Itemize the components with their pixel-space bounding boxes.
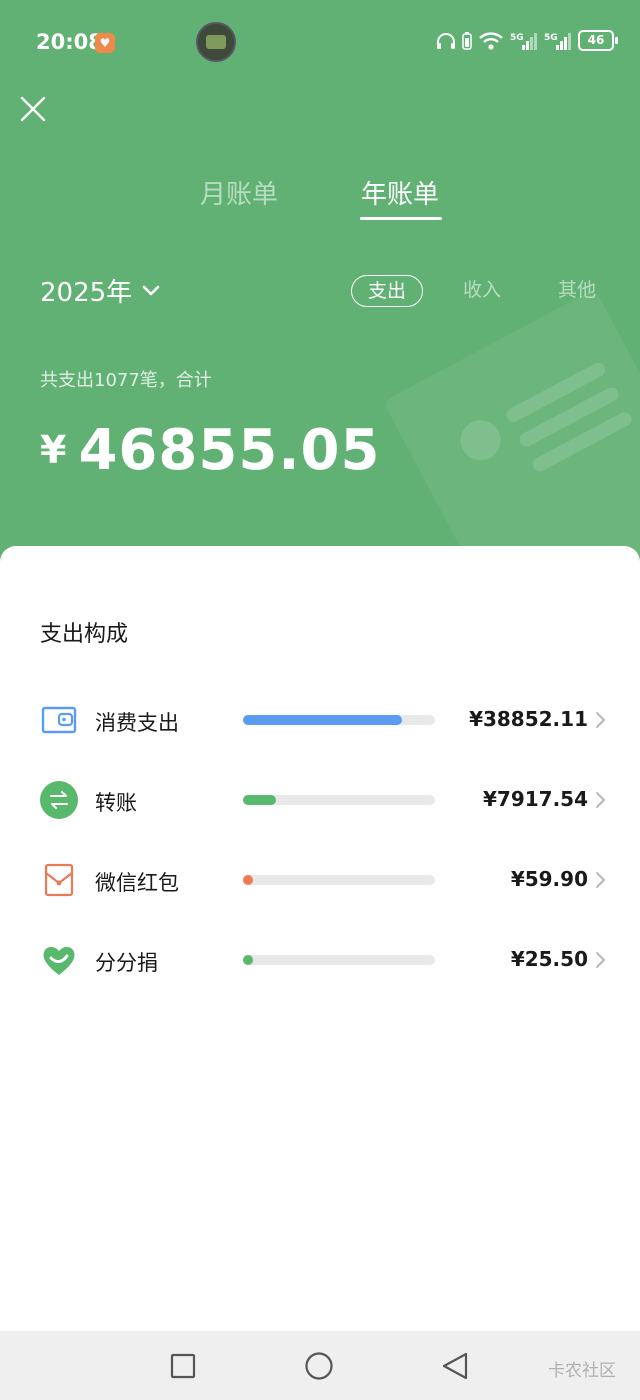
watermark: 卡农社区	[548, 1361, 616, 1381]
tab-monthly-bill[interactable]: 月账单	[200, 174, 278, 211]
chevron-right-icon	[596, 792, 605, 808]
row-label: 转账	[95, 791, 137, 815]
battery-icon: 46	[578, 30, 618, 51]
status-time: 20:08	[36, 30, 103, 54]
progress-fill	[243, 875, 253, 885]
expense-count-summary: 共支出1077笔，合计	[40, 370, 212, 391]
progress-track	[243, 955, 435, 965]
total-amount: ¥ 46855.05	[40, 418, 380, 483]
heart-app-icon: ♥	[95, 33, 115, 53]
row-amount: ¥38852.11	[469, 707, 588, 731]
segment-expense[interactable]: 支出	[351, 275, 423, 307]
row-label: 微信红包	[95, 871, 179, 895]
svg-text:5G: 5G	[544, 33, 558, 43]
chevron-right-icon	[596, 872, 605, 888]
year-label: 2025年	[40, 278, 133, 308]
progress-fill	[243, 795, 276, 805]
breakdown-card: 支出构成 消费支出 ¥38852.11 转账 ¥7917.54 微信红包 ¥59…	[0, 546, 640, 1346]
breakdown-row-red-packet[interactable]: 微信红包 ¥59.90	[0, 855, 640, 905]
progress-fill	[243, 955, 253, 965]
progress-track	[243, 715, 435, 725]
avatar	[196, 22, 236, 62]
svg-text:5G: 5G	[510, 33, 524, 43]
currency-symbol: ¥	[40, 428, 67, 472]
progress-fill	[243, 715, 403, 725]
status-bar: 20:08 ♥ 5G 5G 46	[0, 0, 640, 86]
segment-income[interactable]: 收入	[463, 275, 501, 307]
system-navigation-bar: 卡农社区	[0, 1331, 640, 1400]
active-tab-indicator	[360, 217, 442, 220]
progress-track	[243, 795, 435, 805]
year-selector[interactable]: 2025年	[40, 272, 160, 309]
progress-track	[243, 875, 435, 885]
breakdown-row-consumption[interactable]: 消费支出 ¥38852.11	[0, 695, 640, 745]
breakdown-row-transfer[interactable]: 转账 ¥7917.54	[0, 775, 640, 825]
recent-apps-button[interactable]	[168, 1351, 198, 1381]
row-label: 消费支出	[95, 711, 179, 735]
row-amount: ¥25.50	[510, 947, 588, 971]
chevron-down-icon	[142, 285, 160, 295]
row-label: 分分捐	[95, 951, 158, 975]
row-amount: ¥7917.54	[482, 787, 588, 811]
segment-other[interactable]: 其他	[558, 275, 596, 307]
row-amount: ¥59.90	[510, 867, 588, 891]
5g-signal-icon: 5G	[510, 32, 537, 50]
donation-heart-icon	[43, 946, 75, 975]
tab-yearly-bill[interactable]: 年账单	[361, 174, 439, 211]
decorative-bill-illustration	[383, 288, 640, 580]
headphones-icon	[437, 32, 455, 49]
5g-signal-icon: 5G	[544, 32, 571, 50]
home-button[interactable]	[304, 1351, 334, 1381]
transfer-icon	[40, 781, 78, 819]
back-button[interactable]	[440, 1351, 470, 1381]
chevron-right-icon	[596, 952, 605, 968]
total-value: 46855.05	[78, 418, 381, 483]
status-icons: 5G 5G 46	[436, 30, 618, 51]
red-packet-icon	[44, 863, 74, 897]
wifi-icon	[479, 31, 503, 50]
bill-header: 20:08 ♥ 5G 5G 46 月账单 年账单 2025年 支出 收入 其他 …	[0, 0, 640, 580]
section-title: 支出构成	[40, 622, 129, 647]
breakdown-row-donation[interactable]: 分分捐 ¥25.50	[0, 935, 640, 985]
battery-small-icon	[462, 31, 472, 50]
wallet-icon	[41, 706, 77, 734]
chevron-right-icon	[596, 712, 605, 728]
close-icon[interactable]	[18, 94, 48, 124]
